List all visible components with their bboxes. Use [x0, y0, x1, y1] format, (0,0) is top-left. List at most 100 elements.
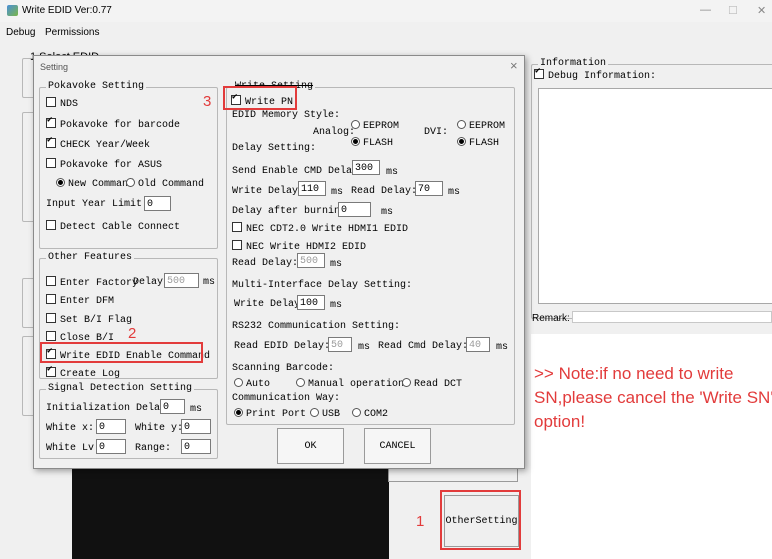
create-log-checkbox[interactable]: Create Log	[46, 364, 120, 380]
write-pn-highlight	[223, 86, 297, 110]
nec-hdmi2-checkbox[interactable]: NEC Write HDMI2 EDID	[232, 240, 366, 253]
detect-cable-label: Detect Cable Connect	[60, 222, 181, 233]
old-command-radio[interactable]: Old Command	[126, 178, 204, 190]
dvi-flash-label: FLASH	[469, 138, 500, 149]
check-year-checkbox[interactable]: CHECK Year/Week	[46, 135, 151, 151]
menu-permissions[interactable]: Permissions	[45, 27, 99, 38]
callout-1: 1	[416, 513, 425, 530]
scanning-barcode-label: Scanning Barcode:	[232, 363, 335, 374]
analog-eeprom-radio[interactable]: EEPROM	[351, 120, 399, 132]
enter-dfm-checkbox[interactable]: Enter DFM	[46, 294, 114, 307]
debug-information-checkbox[interactable]: Debug Information:	[534, 66, 656, 82]
analog-flash-radio[interactable]: FLASH	[351, 137, 393, 149]
set-bi-label: Set B/I Flag	[60, 315, 133, 326]
radio-icon	[457, 120, 466, 129]
manual-radio[interactable]: Manual operation	[296, 378, 404, 390]
read-delay-unit: ms	[448, 187, 461, 198]
write-delay-field[interactable]: 110	[298, 181, 326, 196]
read-edid-delay-field[interactable]: 50	[328, 337, 352, 352]
dvi-eeprom-radio[interactable]: EEPROM	[457, 120, 505, 132]
radio-icon	[56, 178, 65, 187]
white-lv-field[interactable]: 0	[96, 439, 126, 454]
new-command-radio[interactable]: New Command	[56, 178, 134, 190]
nds-label: NDS	[60, 99, 79, 110]
dvi-label: DVI:	[424, 127, 449, 138]
read-cmd-delay-field[interactable]: 40	[466, 337, 490, 352]
checkbox-icon	[46, 294, 56, 304]
white-x-field[interactable]: 0	[96, 419, 126, 434]
read-delay-field[interactable]: 70	[415, 181, 443, 196]
send-enable-field[interactable]: 300	[352, 160, 380, 175]
manual-label: Manual operation	[308, 379, 405, 390]
memory-style-label: EDID Memory Style:	[232, 110, 341, 121]
enter-factory-label: Enter Factory	[60, 278, 139, 289]
radio-icon	[402, 378, 411, 387]
close-window-button[interactable]: ✕	[757, 4, 766, 17]
other-setting-highlight	[440, 490, 521, 550]
other-features-title: Other Features	[46, 252, 135, 263]
dialog-close-icon[interactable]: ×	[510, 58, 518, 73]
write-delay-label: Write Delay:	[232, 186, 305, 197]
cancel-button[interactable]: CANCEL	[364, 428, 431, 464]
checkbox-icon	[46, 331, 56, 341]
write-delay-unit: ms	[331, 187, 344, 198]
barcode-label: Pokavoke for barcode	[60, 120, 181, 131]
barcode-checkbox[interactable]: Pokavoke for barcode	[46, 115, 181, 131]
enter-factory-checkbox[interactable]: Enter Factory	[46, 276, 138, 289]
read-cmd-delay-label: Read Cmd Delay:	[378, 341, 469, 352]
multi-write-delay-label: Write Delay:	[234, 299, 307, 310]
white-y-field[interactable]: 0	[181, 419, 211, 434]
com2-label: COM2	[364, 409, 389, 420]
checkbox-icon	[232, 222, 242, 232]
old-command-label: Old Command	[138, 179, 205, 190]
communication-way-label: Communication Way:	[232, 393, 341, 404]
read-dct-radio[interactable]: Read DCT	[402, 378, 462, 390]
maximize-button[interactable]: ☐	[728, 4, 738, 17]
checkbox-icon	[46, 115, 56, 128]
dvi-flash-radio[interactable]: FLASH	[457, 137, 499, 149]
radio-icon	[351, 120, 360, 129]
init-delay-field[interactable]: 0	[160, 399, 185, 414]
radio-icon	[234, 378, 243, 387]
note-text: >> Note:if no need to write SN,please ca…	[534, 364, 772, 431]
range-label: Range:	[135, 443, 172, 454]
radio-icon	[352, 408, 361, 417]
factory-delay-field[interactable]: 500	[164, 273, 199, 288]
debug-log-textarea[interactable]	[538, 88, 772, 304]
input-year-limit-field[interactable]: 0	[144, 196, 171, 211]
after-burning-unit: ms	[381, 207, 394, 218]
window-title: Write EDID Ver:0.77	[22, 5, 112, 16]
nec-cdt-checkbox[interactable]: NEC CDT2.0 Write HDMI1 EDID	[232, 222, 408, 235]
white-x-label: White x:	[46, 423, 95, 434]
callout-2: 2	[128, 325, 137, 342]
rs232-label: RS232 Communication Setting:	[232, 321, 401, 332]
print-port-label: Print Port	[246, 409, 307, 420]
com2-radio[interactable]: COM2	[352, 408, 388, 420]
after-burning-field[interactable]: 0	[338, 202, 371, 217]
remark-input[interactable]	[572, 311, 772, 323]
print-port-radio[interactable]: Print Port	[234, 408, 306, 420]
read-dct-label: Read DCT	[414, 379, 463, 390]
usb-label: USB	[322, 409, 341, 420]
multi-write-delay-field[interactable]: 100	[297, 295, 325, 310]
set-bi-checkbox[interactable]: Set B/I Flag	[46, 313, 132, 326]
multi-write-delay-unit: ms	[330, 300, 343, 311]
range-field[interactable]: 0	[181, 439, 211, 454]
nds-checkbox[interactable]: NDS	[46, 97, 78, 110]
check-year-label: CHECK Year/Week	[60, 140, 151, 151]
read-delay2-field[interactable]: 500	[297, 253, 325, 268]
ok-button[interactable]: OK	[277, 428, 344, 464]
dialog-title: Setting	[40, 62, 69, 72]
auto-radio[interactable]: Auto	[234, 378, 270, 390]
checkbox-icon	[46, 313, 56, 323]
checkbox-icon	[46, 220, 56, 230]
minimize-button[interactable]: —	[700, 4, 711, 16]
asus-checkbox[interactable]: Pokavoke for ASUS	[46, 158, 162, 171]
read-delay2-unit: ms	[330, 259, 343, 270]
usb-radio[interactable]: USB	[310, 408, 340, 420]
detect-cable-checkbox[interactable]: Detect Cable Connect	[46, 220, 180, 233]
send-enable-unit: ms	[386, 167, 399, 178]
callout-3: 3	[203, 93, 212, 110]
write-edid-highlight	[40, 342, 203, 363]
menu-debug[interactable]: Debug	[6, 27, 35, 38]
